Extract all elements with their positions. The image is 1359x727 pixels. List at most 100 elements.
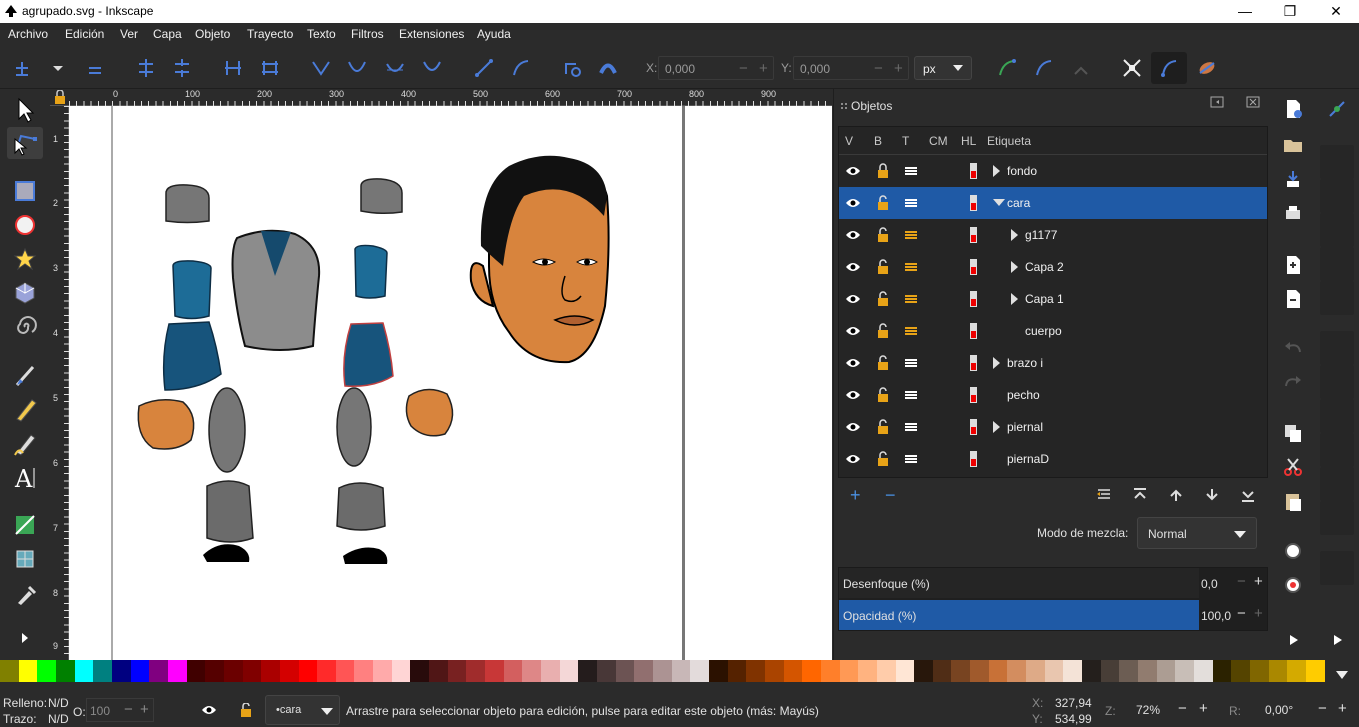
palette-swatch[interactable] [167,660,187,682]
3d-box-tool-icon[interactable] [7,277,43,309]
object-to-path-icon[interactable] [560,56,584,80]
palette-swatch[interactable] [764,660,784,682]
menu-ver[interactable]: Ver [120,27,138,41]
expand-arrow-icon[interactable] [993,165,1000,177]
auto-smooth-node-icon[interactable] [420,56,444,80]
palette-swatch[interactable] [18,660,38,682]
palette-swatch[interactable] [503,660,523,682]
visibility-eye-icon[interactable] [845,163,861,179]
expand-arrow-icon[interactable] [1011,261,1018,273]
dropper-tool-icon[interactable] [7,577,43,609]
delete-node-icon[interactable] [83,56,107,80]
palette-swatch[interactable] [373,660,392,682]
palette-swatch[interactable] [559,660,579,682]
column-header-etiqueta[interactable]: Etiqueta [987,134,1031,148]
highlight-color-swatch[interactable] [970,163,977,179]
lock-icon[interactable] [875,163,891,179]
lock-icon[interactable] [875,451,891,467]
highlight-color-swatch[interactable] [970,451,977,467]
layer-type-icon[interactable] [903,355,919,371]
palette-swatch[interactable] [1249,660,1269,682]
palette-swatch[interactable] [1305,660,1325,682]
color-palette[interactable] [0,660,1325,682]
lock-icon[interactable] [875,259,891,275]
import-icon[interactable] [1281,253,1305,277]
calligraphy-tool-icon[interactable] [7,427,43,459]
collapse-all-icon[interactable] [1096,487,1112,503]
menu-filtros[interactable]: Filtros [351,27,384,41]
palette-swatch[interactable] [429,660,448,682]
palette-swatch[interactable] [783,660,803,682]
cusp-node-icon[interactable] [309,56,333,80]
objects-tree[interactable]: V B T CM HL Etiqueta fondo cara g1177 Capa … [838,126,1268,478]
lower-icon[interactable] [1204,487,1220,503]
expand-toolbox-icon[interactable] [19,632,31,644]
drag-handle-icon[interactable] [839,101,849,113]
highlight-color-swatch[interactable] [970,355,977,371]
highlight-color-swatch[interactable] [970,387,977,403]
object-row[interactable]: cuerpo [839,315,1267,347]
paste-icon[interactable] [1281,489,1305,513]
layer-type-icon[interactable] [903,195,919,211]
visibility-eye-icon[interactable] [845,195,861,211]
lock-guides-icon[interactable] [54,90,66,104]
palette-swatch[interactable] [541,660,560,682]
chevron-down-icon[interactable] [46,56,70,80]
visibility-eye-icon[interactable] [845,451,861,467]
raise-icon[interactable] [1168,487,1184,503]
panel-close-icon[interactable] [1246,96,1260,108]
show-path-outline-icon[interactable] [995,56,1019,80]
layer-type-icon[interactable] [903,323,919,339]
raise-to-top-icon[interactable] [1132,487,1148,503]
export-icon[interactable] [1281,287,1305,311]
object-row[interactable]: cara [839,187,1267,219]
palette-swatch[interactable] [1156,660,1176,682]
highlight-color-swatch[interactable] [970,419,977,435]
highlight-color-swatch[interactable] [970,259,977,275]
visibility-eye-icon[interactable] [201,704,217,716]
palette-swatch[interactable] [932,660,952,682]
palette-swatch[interactable] [652,660,672,682]
snap-toggle-icon[interactable] [1325,97,1349,121]
transform-handles-icon[interactable] [1120,56,1144,80]
layer-type-icon[interactable] [903,419,919,435]
lock-icon[interactable] [875,387,891,403]
snap-option[interactable] [1320,467,1354,501]
layer-type-icon[interactable] [903,227,919,243]
mesh-tool-icon[interactable] [7,543,43,575]
object-row[interactable]: piernal [839,411,1267,443]
lock-icon[interactable] [875,355,891,371]
palette-swatch[interactable] [895,660,915,682]
column-header-cm[interactable]: CM [929,134,948,148]
snap-option[interactable] [1320,247,1354,281]
close-button[interactable]: ✕ [1313,0,1359,23]
palette-swatch[interactable] [335,660,355,682]
lock-icon[interactable] [875,323,891,339]
snap-option[interactable] [1320,179,1354,213]
expand-arrow-icon[interactable] [1011,293,1018,305]
snap-option[interactable] [1320,433,1354,467]
palette-swatch[interactable] [634,660,653,682]
palette-swatch[interactable] [839,660,859,682]
snap-option[interactable] [1320,365,1354,399]
menu-edicion[interactable]: Edición [65,27,104,41]
palette-swatch[interactable] [1138,660,1157,682]
expand-arrow-icon[interactable] [993,357,1000,369]
palette-swatch[interactable] [111,660,131,682]
copy-icon[interactable] [1281,421,1305,445]
rotate-input[interactable]: 0,00° − + [1248,698,1356,722]
show-path-button[interactable] [1151,52,1187,84]
palette-swatch[interactable] [223,660,243,682]
ellipse-tool-icon[interactable] [7,209,43,241]
palette-swatch[interactable] [298,660,318,682]
selector-tool-icon[interactable] [7,94,43,126]
menu-archivo[interactable]: Archivo [8,27,48,41]
menu-trayecto[interactable]: Trayecto [247,27,293,41]
menu-ayuda[interactable]: Ayuda [477,27,511,41]
palette-swatch[interactable] [1175,660,1194,682]
object-row[interactable]: g1177 [839,219,1267,251]
palette-swatch[interactable] [37,660,56,682]
menu-texto[interactable]: Texto [307,27,336,41]
palette-swatch[interactable] [802,660,821,682]
lower-to-bottom-icon[interactable] [1240,487,1256,503]
